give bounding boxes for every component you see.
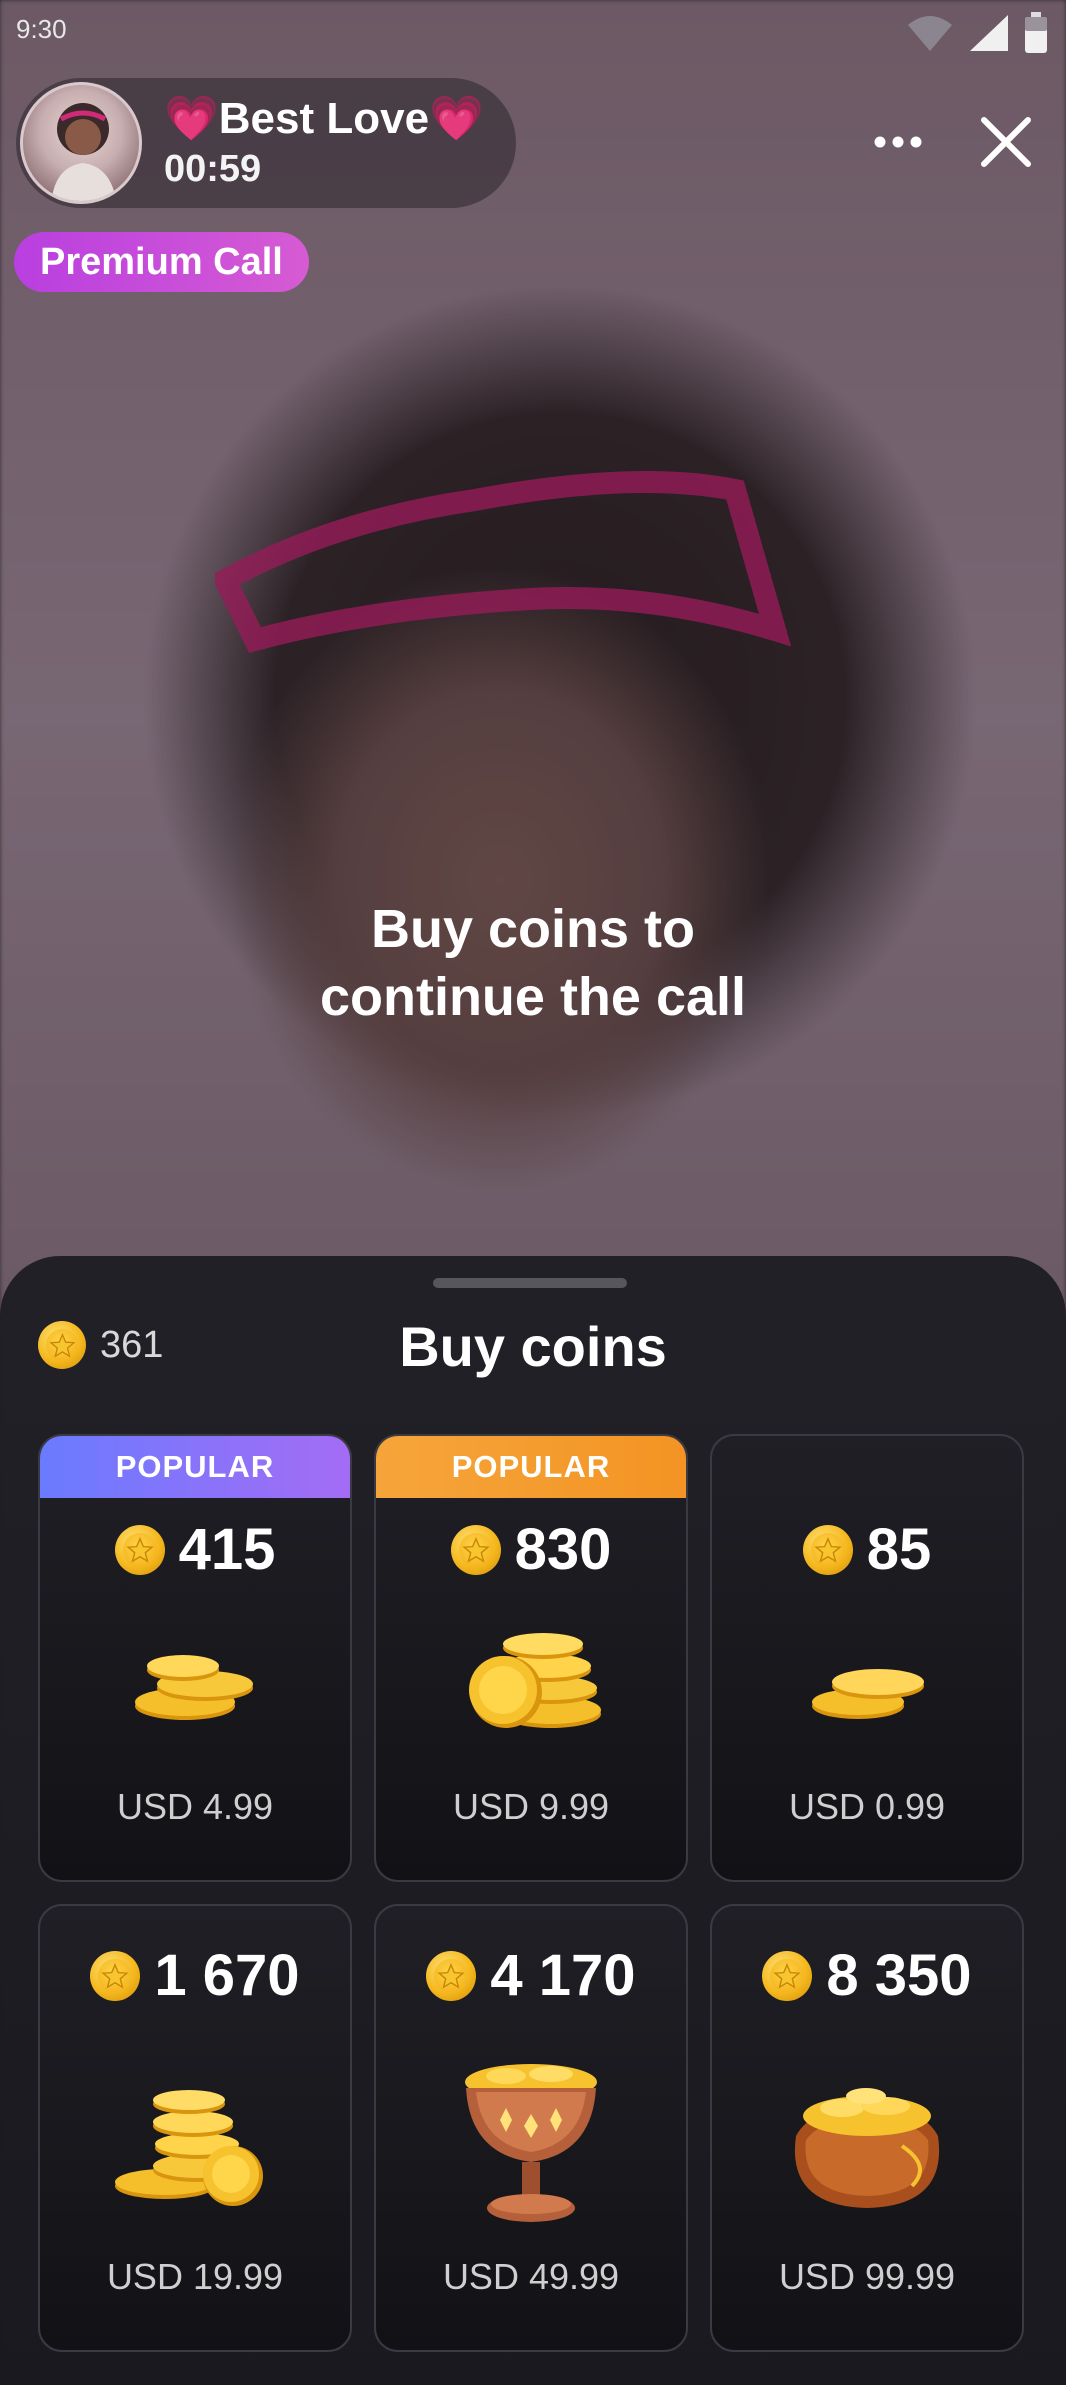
call-timer: 00:59 bbox=[164, 148, 262, 190]
coin-sack-icon bbox=[712, 2066, 1022, 2216]
coin-package-8350[interactable]: 8 350 USD 99.99 bbox=[710, 1904, 1024, 2352]
close-icon[interactable] bbox=[978, 114, 1034, 170]
message-line-1: Buy coins to bbox=[370, 899, 696, 959]
coin-package-1670[interactable]: 1 670 USD 19.99 bbox=[38, 1904, 352, 2352]
package-amount: 415 bbox=[178, 1517, 276, 1582]
package-amount: 4 170 bbox=[490, 1943, 636, 2008]
status-time: 9:30 bbox=[16, 14, 67, 44]
sheet-title: Buy coins bbox=[399, 1315, 667, 1378]
coin-package-85[interactable]: 85 USD 0.99 bbox=[710, 1434, 1024, 1882]
coin-goblet-icon bbox=[376, 2058, 686, 2228]
battery-icon bbox=[1025, 12, 1047, 53]
coin-stack-large-icon bbox=[40, 2076, 350, 2206]
package-amount: 830 bbox=[514, 1517, 612, 1582]
more-icon[interactable] bbox=[868, 120, 928, 160]
coin-icon bbox=[802, 1524, 853, 1575]
status-bar: 9:30 bbox=[0, 0, 1066, 60]
coin-package-415[interactable]: POPULAR 415 USD 4.99 bbox=[38, 1434, 352, 1882]
premium-call-badge: Premium Call bbox=[14, 232, 309, 292]
package-price: USD 99.99 bbox=[778, 2256, 956, 2297]
coin-icon bbox=[762, 1950, 813, 2001]
coin-pile-icon bbox=[712, 1646, 1022, 1726]
coin-icon bbox=[114, 1524, 165, 1575]
message-line-2: continue the call bbox=[319, 967, 747, 1027]
caller-name: 💗Best Love💗 bbox=[164, 94, 484, 143]
package-price: USD 4.99 bbox=[116, 1786, 274, 1827]
coin-package-4170[interactable]: 4 170 USD 49.99 bbox=[374, 1904, 688, 2352]
popular-tag: POPULAR bbox=[40, 1436, 350, 1498]
coin-package-830[interactable]: POPULAR 830 USD 9.99 bbox=[374, 1434, 688, 1882]
caller-info[interactable]: 💗Best Love💗 00:59 bbox=[16, 78, 516, 208]
status-icons bbox=[906, 12, 1048, 54]
caller-avatar bbox=[20, 82, 142, 204]
package-price: USD 19.99 bbox=[106, 2256, 284, 2297]
sheet-drag-handle[interactable] bbox=[433, 1278, 627, 1288]
coin-icon bbox=[90, 1950, 141, 2001]
buy-coins-sheet: 361 Buy coins POPULAR 415 USD 4.99 POPUL… bbox=[0, 1256, 1066, 2385]
package-price: USD 0.99 bbox=[788, 1786, 946, 1827]
wifi-icon bbox=[908, 16, 952, 51]
package-price: USD 49.99 bbox=[442, 2256, 620, 2297]
signal-icon bbox=[970, 15, 1008, 51]
coin-stack-medium-icon bbox=[376, 1614, 686, 1734]
popular-tag: POPULAR bbox=[376, 1436, 686, 1498]
package-amount: 1 670 bbox=[154, 1943, 300, 2008]
coin-icon bbox=[450, 1524, 501, 1575]
buy-coins-message: Buy coins to continue the call bbox=[0, 895, 1066, 1031]
package-amount: 85 bbox=[866, 1517, 932, 1582]
coin-icon bbox=[426, 1950, 477, 2001]
package-amount: 8 350 bbox=[826, 1943, 972, 2008]
coin-stack-small-icon bbox=[40, 1636, 350, 1726]
package-price: USD 9.99 bbox=[452, 1786, 610, 1827]
